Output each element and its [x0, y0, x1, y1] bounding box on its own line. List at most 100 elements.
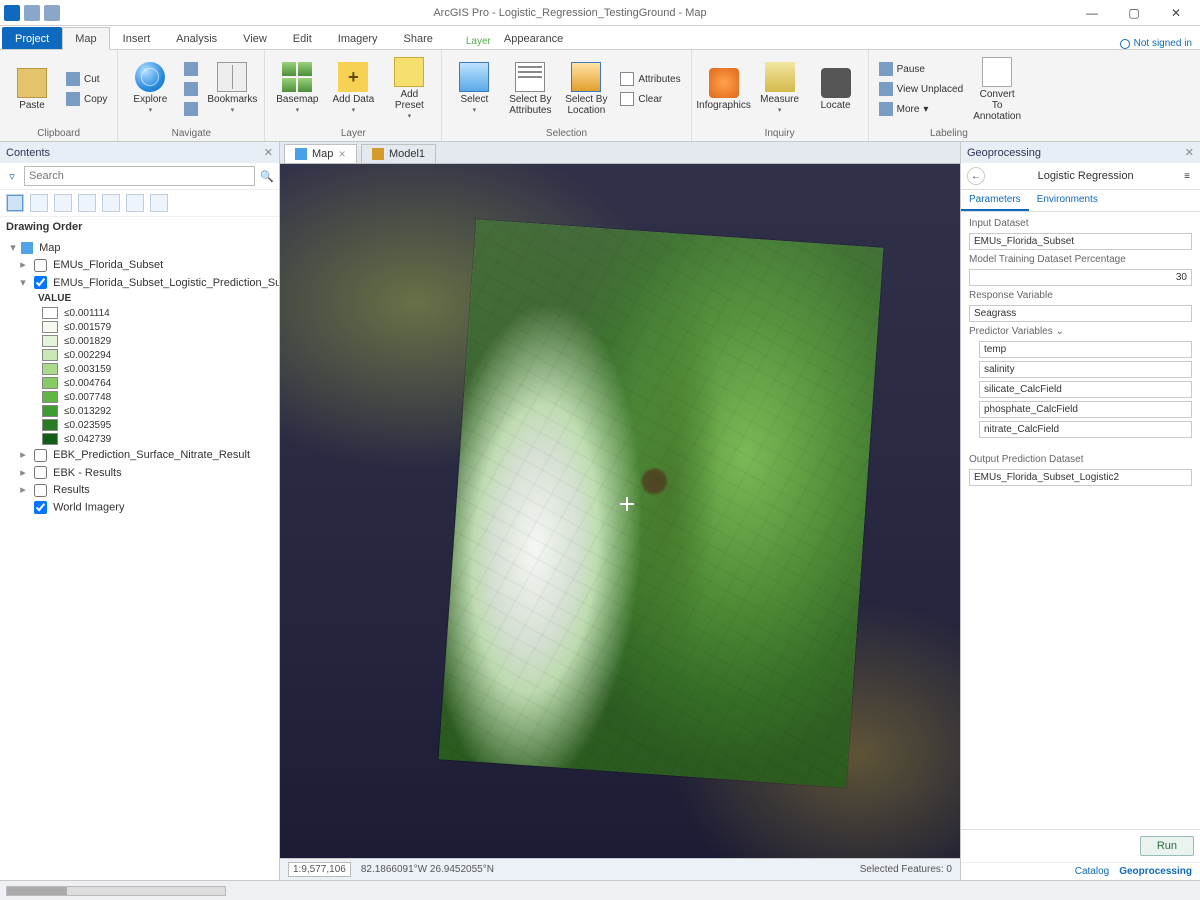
close-icon[interactable]: ✕ — [264, 146, 273, 159]
view-tab-model[interactable]: Model1 — [361, 144, 436, 163]
search-icon[interactable]: 🔍 — [259, 168, 275, 184]
geoprocessing-tab[interactable]: Geoprocessing — [1119, 866, 1192, 877]
undo-icon[interactable] — [24, 5, 40, 21]
add-preset-button[interactable]: Add Preset▾ — [383, 54, 435, 124]
legend-row: ≤0.001579 — [2, 320, 277, 334]
locate-button[interactable]: Locate — [810, 54, 862, 124]
infographics-button[interactable]: Infographics — [698, 54, 750, 124]
paste-button[interactable]: Paste — [6, 54, 58, 124]
sign-in-link[interactable]: Not signed in — [1120, 38, 1192, 49]
param-input-dataset[interactable]: EMUs_Florida_Subset — [969, 233, 1192, 250]
list-by-drawing-order-button[interactable] — [6, 194, 24, 212]
more-icon — [879, 102, 893, 116]
redo-icon[interactable] — [44, 5, 60, 21]
attributes-button[interactable]: Attributes — [616, 69, 684, 89]
back-button[interactable]: ← — [967, 167, 985, 185]
tab-share[interactable]: Share — [391, 27, 446, 49]
list-by-selection-button[interactable] — [54, 194, 72, 212]
toc-layer-emu[interactable]: ▸ EMUs_Florida_Subset — [2, 256, 277, 274]
list-by-chart-button[interactable] — [150, 194, 168, 212]
tab-view[interactable]: View — [230, 27, 280, 49]
list-by-snapping-button[interactable] — [102, 194, 120, 212]
scale-input[interactable]: 1:9,577,106 — [288, 862, 351, 877]
convert-annotation-button[interactable]: Convert To Annotation — [971, 54, 1023, 124]
chevron-down-icon[interactable]: ⌄ — [1056, 326, 1064, 337]
expand-icon[interactable]: ▸ — [18, 258, 28, 271]
toc-layer-ebk-results[interactable]: ▸ EBK - Results — [2, 464, 277, 482]
add-data-button[interactable]: Add Data▾ — [327, 54, 379, 124]
bookmarks-button[interactable]: Bookmarks▾ — [206, 54, 258, 124]
select-by-location-button[interactable]: Select By Location — [560, 54, 612, 124]
gp-tab-parameters[interactable]: Parameters — [961, 190, 1029, 211]
explore-button[interactable]: Explore▾ — [124, 54, 176, 124]
close-icon[interactable]: ✕ — [1185, 146, 1194, 159]
predictor-variable[interactable]: phosphate_CalcField — [979, 401, 1192, 418]
toc-layer-world-imagery[interactable]: World Imagery — [2, 499, 277, 516]
tab-project[interactable]: Project — [2, 27, 62, 49]
predictor-variable[interactable]: temp — [979, 341, 1192, 358]
view-tab-map-label: Map — [312, 148, 333, 160]
layer-visibility-checkbox[interactable] — [34, 466, 47, 479]
layer-visibility-checkbox[interactable] — [34, 259, 47, 272]
list-by-labeling-button[interactable] — [126, 194, 144, 212]
gp-tab-environments[interactable]: Environments — [1029, 190, 1106, 211]
layer-visibility-checkbox[interactable] — [34, 484, 47, 497]
predictor-variable[interactable]: silicate_CalcField — [979, 381, 1192, 398]
param-response[interactable]: Seagrass — [969, 305, 1192, 322]
map-canvas[interactable] — [280, 164, 960, 858]
pause-labeling-button[interactable]: Pause — [875, 59, 968, 79]
toc-layer-results[interactable]: ▸ Results — [2, 481, 277, 499]
tab-map[interactable]: Map — [62, 27, 109, 50]
maximize-button[interactable]: ▢ — [1114, 2, 1154, 24]
tab-imagery[interactable]: Imagery — [325, 27, 391, 49]
contents-search-input[interactable] — [24, 166, 255, 186]
expand-icon[interactable]: ▾ — [18, 276, 28, 289]
expand-icon[interactable]: ▾ — [8, 241, 18, 254]
expand-icon[interactable]: ▸ — [18, 448, 28, 461]
tab-edit[interactable]: Edit — [280, 27, 325, 49]
copy-button[interactable]: Copy — [62, 89, 111, 109]
zoom-prev-button[interactable] — [180, 79, 202, 99]
select-by-attributes-button[interactable]: Select By Attributes — [504, 54, 556, 124]
select-button[interactable]: Select▾ — [448, 54, 500, 124]
layer-visibility-checkbox[interactable] — [34, 276, 47, 289]
param-training-pct[interactable]: 30 — [969, 269, 1192, 286]
horizontal-scrollbar[interactable] — [6, 886, 226, 896]
close-button[interactable]: ✕ — [1156, 2, 1196, 24]
more-labeling-button[interactable]: More ▾ — [875, 99, 968, 119]
toc-layer-ebk-nitrate[interactable]: ▸ EBK_Prediction_Surface_Nitrate_Result — [2, 446, 277, 464]
expand-icon[interactable]: ▸ — [18, 483, 28, 496]
minimize-button[interactable]: — — [1072, 2, 1112, 24]
zoom-full-button[interactable] — [180, 59, 202, 79]
catalog-tab[interactable]: Catalog — [1075, 866, 1109, 877]
menu-icon[interactable]: ≡ — [1180, 171, 1194, 182]
filter-icon[interactable]: ▿ — [4, 168, 20, 184]
list-by-editing-button[interactable] — [78, 194, 96, 212]
param-output-dataset[interactable]: EMUs_Florida_Subset_Logistic2 — [969, 469, 1192, 486]
cut-button[interactable]: Cut — [62, 69, 111, 89]
predictor-variable[interactable]: nitrate_CalcField — [979, 421, 1192, 438]
measure-button[interactable]: Measure▾ — [754, 54, 806, 124]
select-by-location-icon — [571, 62, 601, 92]
layer-visibility-checkbox[interactable] — [34, 501, 47, 514]
tab-appearance[interactable]: Appearance — [491, 27, 576, 49]
toc-layer-pred[interactable]: ▾ EMUs_Florida_Subset_Logistic_Predictio… — [2, 274, 277, 292]
list-by-source-button[interactable] — [30, 194, 48, 212]
tab-insert[interactable]: Insert — [110, 27, 164, 49]
run-button[interactable]: Run — [1140, 836, 1194, 856]
basemap-button[interactable]: Basemap▾ — [271, 54, 323, 124]
expand-icon[interactable] — [18, 501, 28, 513]
expand-icon[interactable]: ▸ — [18, 466, 28, 479]
tab-analysis[interactable]: Analysis — [163, 27, 230, 49]
zoom-next-button[interactable] — [180, 99, 202, 119]
layer-visibility-checkbox[interactable] — [34, 449, 47, 462]
toc-map-node[interactable]: ▾ Map — [2, 239, 277, 256]
view-tab-map[interactable]: Map ✕ — [284, 144, 357, 163]
predictor-variable[interactable]: salinity — [979, 361, 1192, 378]
close-icon[interactable]: ✕ — [338, 149, 346, 160]
legend-label: ≤0.042739 — [64, 434, 111, 445]
clear-selection-button[interactable]: Clear — [616, 89, 684, 109]
save-icon[interactable] — [4, 5, 20, 21]
view-unplaced-button[interactable]: View Unplaced — [875, 79, 968, 99]
table-of-contents[interactable]: ▾ Map ▸ EMUs_Florida_Subset ▾ EMUs_Flori… — [0, 237, 279, 880]
